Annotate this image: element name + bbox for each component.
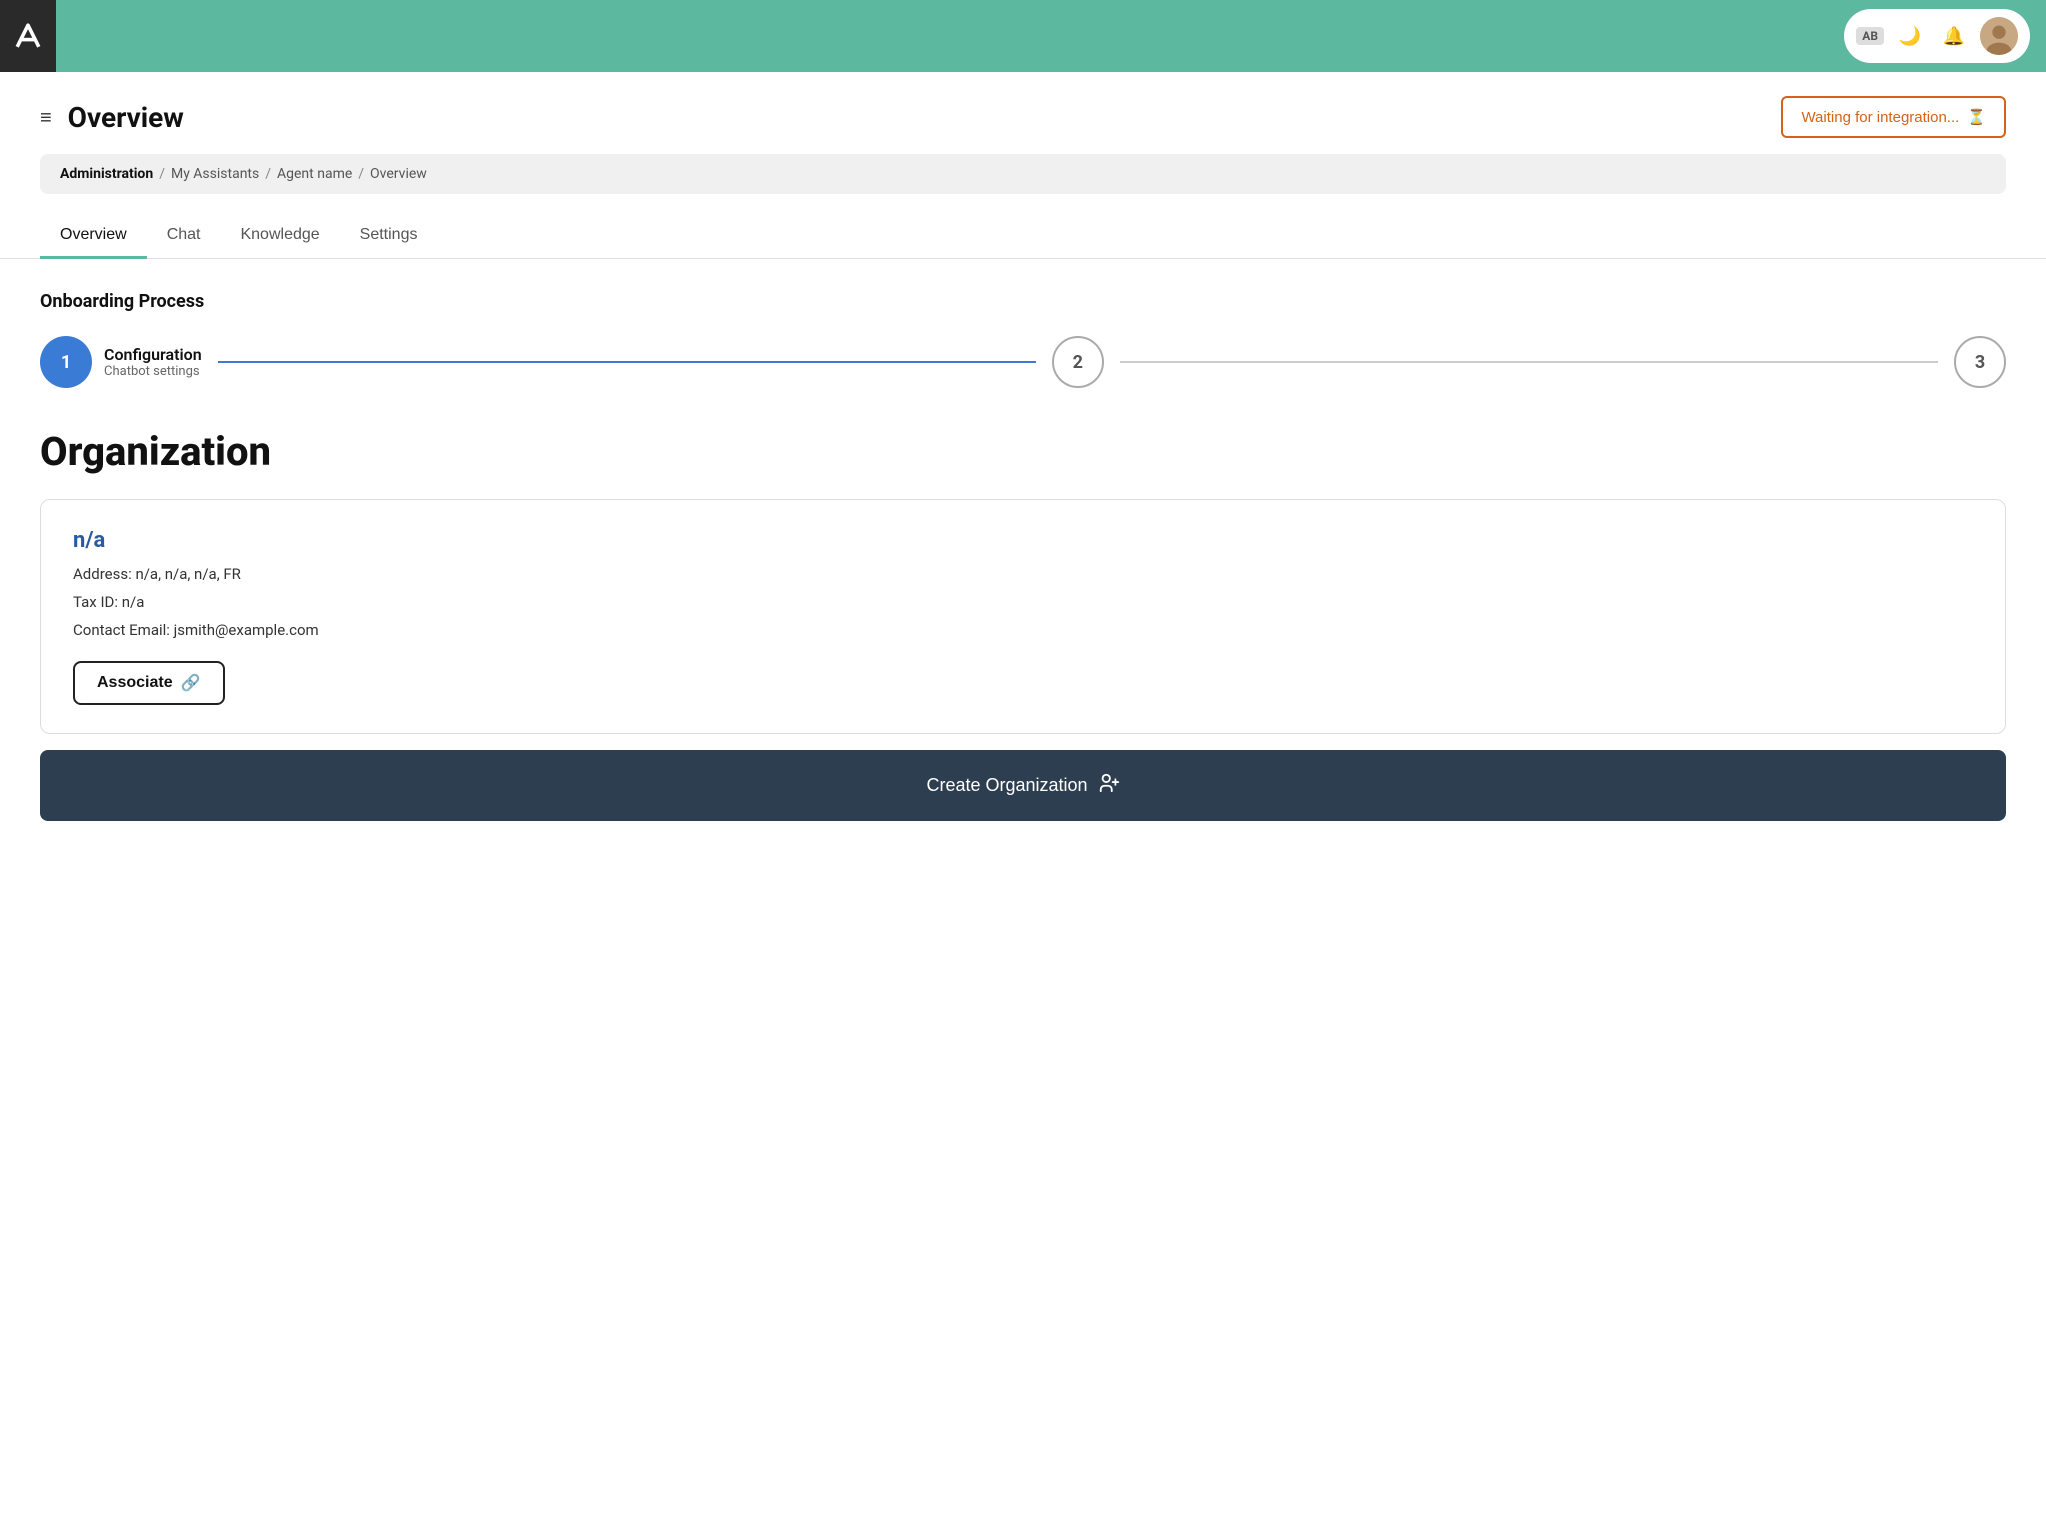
step-1-info: Configuration Chatbot settings [104,345,202,379]
create-org-label: Create Organization [926,775,1087,796]
step-2-circle: 2 [1052,336,1104,388]
tab-knowledge[interactable]: Knowledge [220,214,339,259]
step-1-sub: Chatbot settings [104,364,202,379]
onboarding-steps: 1 Configuration Chatbot settings 2 3 [40,336,2006,388]
organization-title: Organization [40,428,2006,475]
organization-card: n/a Address: n/a, n/a, n/a, FR Tax ID: n… [40,499,2006,734]
step-1-circle: 1 [40,336,92,388]
breadcrumb-sep-3: / [358,166,364,182]
breadcrumb: Administration / My Assistants / Agent n… [40,154,2006,194]
breadcrumb-my-assistants[interactable]: My Assistants [171,166,259,182]
org-contact-value: jsmith@example.com [174,621,319,639]
org-address: Address: n/a, n/a, n/a, FR [73,565,1973,583]
tabs-bar: Overview Chat Knowledge Settings [0,194,2046,259]
breadcrumb-sep-1: / [159,166,165,182]
step-3-circle: 3 [1954,336,2006,388]
breadcrumb-overview: Overview [370,166,427,182]
page-header: ≡ Overview Waiting for integration... ⏳ [0,72,2046,154]
step-1-name: Configuration [104,345,202,364]
logo[interactable] [0,0,56,72]
org-contact-label: Contact Email: [73,621,170,639]
org-name: n/a [73,528,1973,553]
step-line-1 [218,361,1036,363]
dark-mode-button[interactable]: 🌙 [1892,18,1928,54]
associate-button[interactable]: Associate 🔗 [73,661,225,705]
tab-chat[interactable]: Chat [147,214,221,259]
page-header-left: ≡ Overview [40,101,184,134]
org-address-value: n/a, n/a, n/a, FR [135,565,240,583]
waiting-btn-label: Waiting for integration... [1801,109,1959,126]
step-line-2 [1120,361,1938,363]
org-tax-id-label: Tax ID: [73,593,118,611]
waiting-integration-button[interactable]: Waiting for integration... ⏳ [1781,96,2006,138]
main-container: ≡ Overview Waiting for integration... ⏳ … [0,72,2046,1528]
breadcrumb-admin[interactable]: Administration [60,166,153,182]
content-area: Onboarding Process 1 Configuration Chatb… [0,259,2046,853]
avatar[interactable] [1980,17,2018,55]
tab-settings[interactable]: Settings [340,214,438,259]
org-tax-id-value: n/a [122,593,145,611]
org-address-label: Address: [73,565,132,583]
link-icon: 🔗 [181,673,201,693]
associate-btn-label: Associate [97,674,173,692]
breadcrumb-agent-name[interactable]: Agent name [277,166,352,182]
notification-button[interactable]: 🔔 [1936,18,1972,54]
page-title: Overview [68,101,184,134]
ab-badge: AB [1856,27,1884,45]
topbar: AB 🌙 🔔 [0,0,2046,72]
org-tax-id: Tax ID: n/a [73,593,1973,611]
tab-overview[interactable]: Overview [40,214,147,259]
add-user-icon [1098,772,1120,799]
org-contact-email: Contact Email: jsmith@example.com [73,621,1973,639]
hourglass-icon: ⏳ [1967,108,1986,126]
breadcrumb-sep-2: / [265,166,271,182]
create-organization-button[interactable]: Create Organization [40,750,2006,821]
topbar-action-group: AB 🌙 🔔 [1844,9,2030,63]
menu-icon[interactable]: ≡ [40,105,52,130]
onboarding-title: Onboarding Process [40,291,2006,312]
